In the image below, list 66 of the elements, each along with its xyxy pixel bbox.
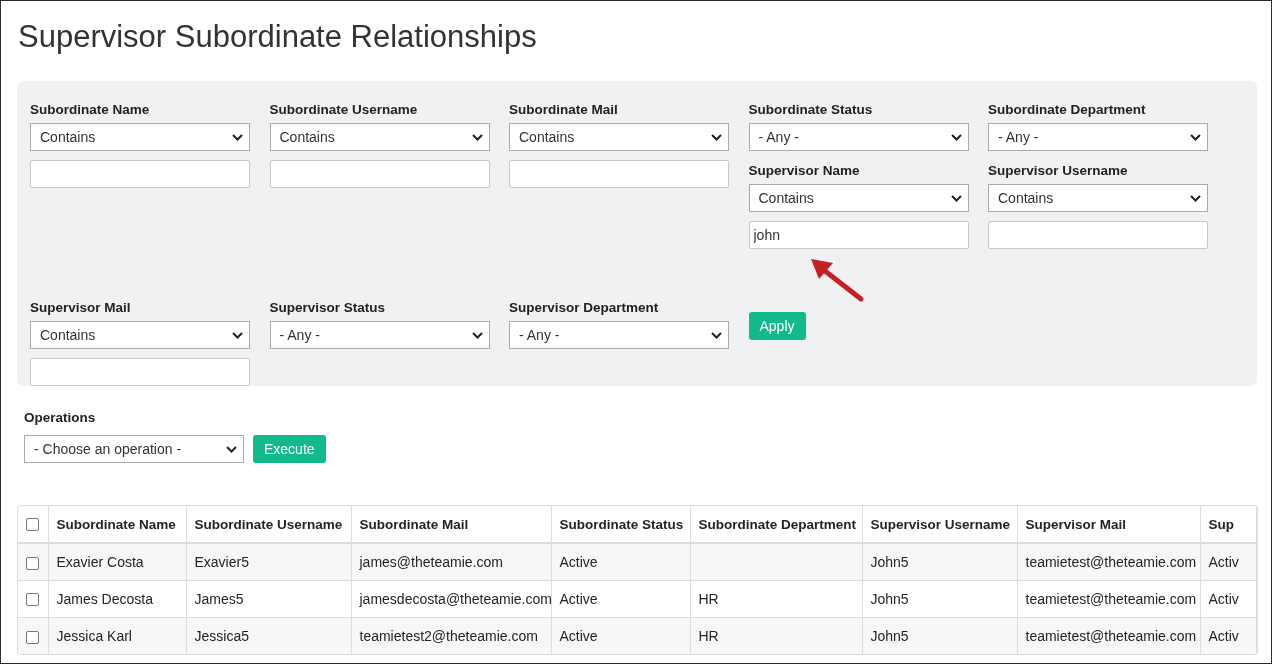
- dropdown[interactable]: Contains: [30, 123, 250, 151]
- table-cell: Activ: [1208, 553, 1239, 570]
- table-cell: John5: [870, 553, 909, 570]
- chevron-down-icon: [471, 331, 483, 339]
- dropdown[interactable]: Contains: [269, 123, 490, 151]
- dropdown[interactable]: - Any -: [509, 321, 729, 349]
- checkbox[interactable]: [26, 518, 39, 532]
- dropdown[interactable]: - Any -: [748, 123, 969, 151]
- dropdown[interactable]: Contains: [509, 123, 729, 151]
- filter-label: Subordinate Mail: [509, 102, 619, 117]
- table-cell: Active: [559, 627, 598, 644]
- chevron-down-icon: [1190, 133, 1201, 141]
- chevron-down-icon: [232, 133, 243, 141]
- table-cell: teamietest2@theteamie.com: [359, 627, 538, 644]
- table-cell: Jessica5: [194, 627, 249, 644]
- chevron-down-icon: [471, 133, 483, 141]
- table-cell: Jessica Karl: [56, 627, 132, 644]
- page-title: Supervisor Subordinate Relationships: [18, 18, 538, 56]
- checkbox[interactable]: [26, 630, 39, 644]
- text-field[interactable]: [30, 160, 250, 188]
- filter-label: Supervisor Username: [988, 163, 1129, 178]
- filter-label: Subordinate Status: [748, 102, 874, 117]
- filter-label: Supervisor Name: [748, 163, 861, 178]
- filter-label: Supervisor Mail: [30, 300, 132, 315]
- operations-label: Operations: [24, 410, 97, 425]
- dropdown[interactable]: - Any -: [988, 123, 1208, 151]
- filter-label: Subordinate Name: [30, 102, 151, 117]
- dropdown[interactable]: - Any -: [269, 321, 490, 349]
- chevron-down-icon: [1190, 194, 1201, 202]
- filter-label: Subordinate Username: [269, 102, 419, 117]
- table-cell: Activ: [1208, 590, 1239, 607]
- table-cell: james@theteamie.com: [359, 553, 503, 570]
- text-field[interactable]: [30, 358, 250, 386]
- table-cell: Active: [559, 590, 598, 607]
- dropdown[interactable]: Contains: [988, 184, 1208, 212]
- chevron-down-icon: [950, 194, 962, 202]
- text-field[interactable]: [988, 221, 1208, 249]
- chevron-down-icon: [950, 133, 962, 141]
- dropdown[interactable]: Contains: [748, 184, 969, 212]
- table-cell: HR: [698, 590, 719, 607]
- table-cell: teamietest@theteamie.com: [1025, 553, 1197, 570]
- text-field[interactable]: john: [748, 221, 969, 249]
- table-cell: James5: [194, 590, 244, 607]
- dropdown[interactable]: - Choose an operation -: [24, 435, 244, 463]
- chevron-down-icon: [711, 133, 722, 141]
- filter-label: Supervisor Status: [269, 300, 387, 315]
- filter-label: Supervisor Department: [509, 300, 660, 315]
- table-cell: Active: [559, 553, 598, 570]
- table-cell: John5: [870, 627, 909, 644]
- chevron-down-icon: [226, 445, 237, 453]
- text-field[interactable]: [509, 160, 729, 188]
- filter-label: Subordinate Department: [988, 102, 1147, 117]
- table-cell: HR: [698, 627, 719, 644]
- text-field[interactable]: [269, 160, 490, 188]
- checkbox[interactable]: [26, 556, 39, 570]
- table-cell: teamietest@theteamie.com: [1025, 627, 1197, 644]
- checkbox[interactable]: [26, 593, 39, 607]
- table-cell: Exavier Costa: [56, 553, 144, 570]
- dropdown[interactable]: Contains: [30, 321, 250, 349]
- chevron-down-icon: [232, 331, 243, 339]
- table-cell: Exavier5: [194, 553, 249, 570]
- table-cell: John5: [870, 590, 909, 607]
- table-cell: Activ: [1208, 627, 1239, 644]
- table-cell: James Decosta: [56, 590, 153, 607]
- chevron-down-icon: [711, 331, 722, 339]
- table-cell: teamietest@theteamie.com: [1025, 590, 1197, 607]
